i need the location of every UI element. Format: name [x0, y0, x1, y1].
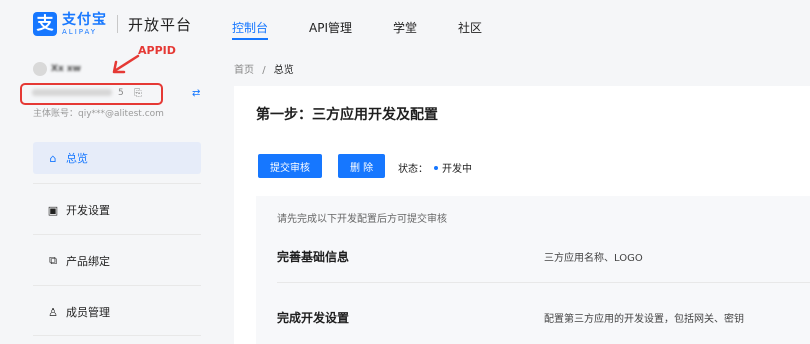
sidebar-item-label: 成员管理 — [66, 306, 110, 319]
submit-review-button[interactable]: 提交审核 — [258, 154, 322, 178]
members-icon: ♙ — [48, 305, 58, 319]
breadcrumb-home[interactable]: 首页 — [234, 65, 254, 76]
settings-doc-icon: ▣ — [47, 203, 59, 217]
alipay-logo-icon: 支 — [33, 12, 57, 36]
breadcrumb-current: 总览 — [273, 65, 294, 76]
account-name-blurred: Xx xw — [51, 64, 81, 74]
avatar — [33, 62, 47, 76]
nav-community[interactable]: 社区 — [458, 0, 482, 50]
annotation-arrow-icon — [112, 54, 140, 74]
home-icon: ⌂ — [49, 151, 57, 165]
subject-account: 主体账号：qiy***@alitest.com — [33, 109, 164, 119]
task-divider — [277, 282, 810, 283]
menu-divider — [33, 335, 201, 336]
task-row[interactable]: 完成开发设置 配置第三方应用的开发设置，包括网关、密钥 — [277, 309, 810, 344]
task-desc: 配置第三方应用的开发设置，包括网关、密钥 — [544, 314, 744, 325]
delete-button[interactable]: 删 除 — [338, 154, 386, 178]
sidebar-item-overview[interactable]: ⌂ 总览 — [33, 142, 201, 174]
status-dot-icon — [434, 165, 438, 170]
sidebar-item-product-binding[interactable]: ⧉ 产品绑定 — [33, 245, 201, 277]
step-title: 第一步：三方应用开发及配置 — [256, 107, 438, 123]
status-value: 开发中 — [442, 164, 472, 175]
product-link-icon: ⧉ — [49, 254, 57, 267]
config-panel: 请先完成以下开发配置后方可提交审核 完善基础信息 三方应用名称、LOGO 完成开… — [256, 196, 810, 344]
task-row[interactable]: 完善基础信息 三方应用名称、LOGO — [277, 248, 810, 293]
platform-title: 开放平台 — [128, 15, 193, 34]
nav-api-management[interactable]: API管理 — [309, 0, 352, 50]
appid-annotation-label: APPID — [138, 44, 176, 57]
sidebar-item-label: 总览 — [66, 152, 88, 165]
nav-console[interactable]: 控制台 — [232, 0, 269, 50]
sidebar-item-label: 产品绑定 — [66, 255, 110, 268]
switch-account-icon[interactable]: ⇄ — [192, 88, 200, 99]
sidebar-item-dev-settings[interactable]: ▣ 开发设置 — [33, 194, 201, 226]
logo-cn-text: 支付宝 — [62, 11, 107, 28]
status-indicator: 状态： 开发中 — [398, 160, 472, 175]
logo-divider — [117, 15, 118, 33]
nav-academy[interactable]: 学堂 — [393, 0, 417, 50]
alipay-logo[interactable]: 支 支付宝 ALIPAY 开放平台 — [33, 12, 192, 36]
breadcrumb: 首页 / 总览 — [234, 61, 294, 76]
top-nav: 控制台 API管理 学堂 社区 — [232, 0, 523, 50]
menu-divider — [33, 285, 201, 286]
appid-value: 5 — [32, 88, 124, 98]
logo-en-text: ALIPAY — [62, 27, 98, 36]
task-name: 完成开发设置 — [277, 311, 350, 325]
task-name: 完善基础信息 — [277, 250, 350, 264]
sidebar-item-members[interactable]: ♙ 成员管理 — [33, 296, 201, 328]
account-row: Xx xw — [33, 62, 81, 76]
main-card: 第一步：三方应用开发及配置 提交审核 删 除 状态： 开发中 请先完成以下开发配… — [234, 86, 810, 344]
menu-divider — [33, 183, 201, 184]
task-desc: 三方应用名称、LOGO — [544, 253, 643, 264]
menu-divider — [33, 234, 201, 235]
config-note: 请先完成以下开发配置后方可提交审核 — [277, 214, 447, 225]
breadcrumb-separator: / — [262, 65, 266, 76]
copy-icon[interactable]: ⎘ — [134, 88, 142, 99]
status-label: 状态： — [398, 164, 428, 175]
top-bar: 支 支付宝 ALIPAY 开放平台 控制台 API管理 学堂 社区 — [0, 0, 810, 50]
sidebar-item-label: 开发设置 — [66, 204, 110, 217]
sidebar: Xx xw APPID 5 ⎘ ⇄ 主体账号：qiy***@alitest.co… — [0, 44, 222, 344]
